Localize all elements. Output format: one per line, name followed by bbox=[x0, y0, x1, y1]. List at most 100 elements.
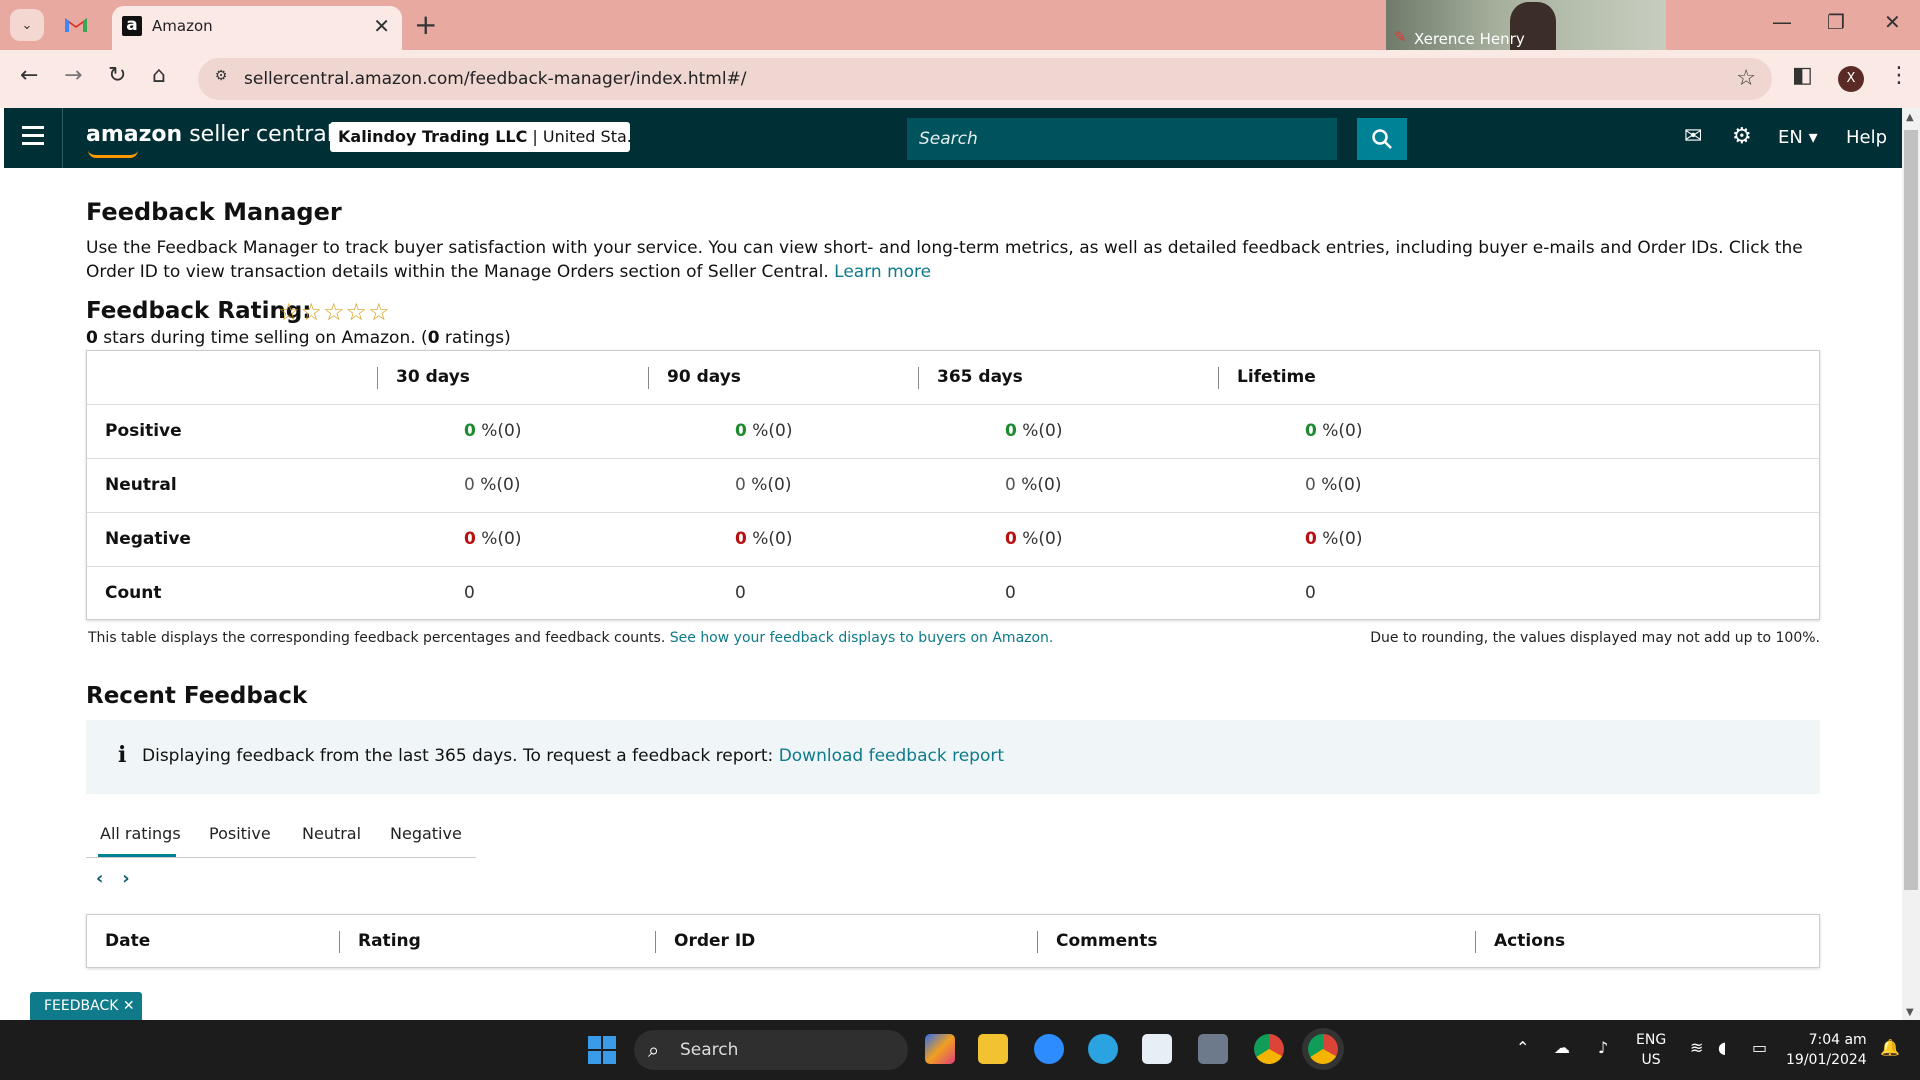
page-title: Feedback Manager bbox=[86, 198, 342, 226]
wifi-icon[interactable]: ≋ bbox=[1690, 1038, 1703, 1057]
page-scrollbar[interactable]: ▲ ▼ bbox=[1902, 108, 1920, 1020]
table-row-negative: Negative 0 %(0) 0 %(0) 0 %(0) 0 %(0) bbox=[87, 513, 1819, 567]
profile-avatar[interactable]: X bbox=[1838, 66, 1864, 92]
table-row-count: Count 0 0 0 0 bbox=[87, 567, 1819, 621]
chevron-down-icon: ⌄ bbox=[21, 17, 33, 33]
chrome-icon[interactable] bbox=[1254, 1034, 1284, 1064]
table-cell: 0 %(0) bbox=[464, 529, 522, 549]
rounding-note: Due to rounding, the values displayed ma… bbox=[1370, 630, 1820, 646]
row-label: Positive bbox=[105, 421, 182, 441]
table-cell: 0 %(0) bbox=[735, 475, 792, 495]
tab-positive[interactable]: Positive bbox=[209, 824, 271, 843]
bookmark-star-icon[interactable]: ☆ bbox=[1736, 66, 1756, 91]
account-switcher[interactable]: Kalindoy Trading LLC | United Sta... bbox=[330, 122, 630, 152]
table-cell: 0 %(0) bbox=[1305, 529, 1363, 549]
column-header: 365 days bbox=[918, 367, 1023, 389]
restore-button[interactable]: ❐ bbox=[1827, 10, 1845, 34]
taskbar-search-label: Search bbox=[680, 1040, 739, 1060]
calculator-icon[interactable] bbox=[1198, 1034, 1228, 1064]
minimize-button[interactable]: — bbox=[1772, 10, 1792, 34]
scroll-thumb[interactable] bbox=[1904, 130, 1918, 890]
battery-icon[interactable]: ▭ bbox=[1752, 1038, 1767, 1057]
scroll-down-icon[interactable]: ▼ bbox=[1906, 1007, 1914, 1018]
search-icon: ⌕ bbox=[648, 1038, 660, 1062]
amazon-favicon-icon: a bbox=[122, 16, 142, 36]
column-header: 30 days bbox=[377, 367, 470, 389]
browser-tab-bar: ⌄ a Amazon ✕ + ✎ Xerence Henry — ❐ ✕ bbox=[0, 0, 1920, 50]
search-icon bbox=[1372, 129, 1392, 149]
forward-icon[interactable]: → bbox=[64, 63, 82, 88]
onedrive-icon[interactable]: ☁ bbox=[1554, 1038, 1570, 1057]
chevron-left-icon[interactable]: ‹ bbox=[96, 868, 103, 889]
notification-bell-icon[interactable]: 🔔 bbox=[1880, 1038, 1900, 1057]
file-explorer-icon[interactable] bbox=[978, 1034, 1008, 1064]
search-button[interactable] bbox=[1357, 118, 1407, 160]
video-call-thumbnail[interactable]: ✎ Xerence Henry bbox=[1386, 0, 1666, 50]
url-text[interactable]: sellercentral.amazon.com/feedback-manage… bbox=[244, 69, 747, 89]
home-icon[interactable]: ⌂ bbox=[152, 63, 166, 88]
table-cell: 0 %(0) bbox=[464, 475, 521, 495]
site-settings-icon[interactable]: ⚙ bbox=[210, 68, 232, 90]
back-icon[interactable]: ← bbox=[20, 63, 38, 88]
recent-feedback-title: Recent Feedback bbox=[86, 683, 308, 709]
info-text: Displaying feedback from the last 365 da… bbox=[142, 746, 1005, 766]
tab-search-button[interactable]: ⌄ bbox=[10, 9, 44, 41]
microphone-icon[interactable]: ♪ bbox=[1598, 1038, 1608, 1057]
telegram-icon[interactable] bbox=[1088, 1034, 1118, 1064]
info-alert: i Displaying feedback from the last 365 … bbox=[86, 720, 1820, 794]
scroll-up-icon[interactable]: ▲ bbox=[1906, 112, 1914, 123]
tray-chevron-up-icon[interactable]: ⌃ bbox=[1516, 1038, 1529, 1057]
feedback-display-link[interactable]: See how your feedback displays to buyers… bbox=[670, 630, 1054, 646]
volume-icon[interactable]: ◖ bbox=[1718, 1038, 1726, 1057]
column-header: 90 days bbox=[648, 367, 741, 389]
download-report-link[interactable]: Download feedback report bbox=[779, 746, 1004, 766]
logo-smile-icon bbox=[88, 150, 138, 158]
gear-icon[interactable]: ⚙ bbox=[1732, 124, 1752, 149]
column-header: Rating bbox=[339, 931, 421, 953]
snipping-tool-icon[interactable] bbox=[1142, 1034, 1172, 1064]
rating-summary: 0 stars during time selling on Amazon. (… bbox=[86, 328, 511, 348]
column-header: Actions bbox=[1475, 931, 1565, 953]
windows-start-icon[interactable] bbox=[588, 1036, 616, 1064]
table-cell: 0 bbox=[464, 583, 475, 603]
header-divider bbox=[62, 108, 63, 168]
taskbar: ⌕ Search ⌃ ☁ ♪ ENG US ≋ ◖ ▭ 7:04 am 19/01/… bbox=[0, 1020, 1920, 1080]
feedback-widget-button[interactable]: FEEDBACK ✕ bbox=[30, 992, 142, 1020]
browser-menu-icon[interactable]: ⋮ bbox=[1888, 63, 1910, 88]
input-language[interactable]: ENG US bbox=[1636, 1030, 1666, 1070]
learn-more-link[interactable]: Learn more bbox=[834, 262, 931, 282]
tab-title: Amazon bbox=[152, 17, 213, 35]
language-selector[interactable]: EN ▾ bbox=[1778, 127, 1818, 148]
participant-name: Xerence Henry bbox=[1414, 30, 1525, 48]
row-label: Neutral bbox=[105, 475, 177, 495]
copilot-icon[interactable] bbox=[925, 1034, 955, 1064]
table-cell: 0 %(0) bbox=[1305, 421, 1363, 441]
tab-negative[interactable]: Negative bbox=[390, 824, 462, 843]
new-tab-button[interactable]: + bbox=[414, 8, 437, 41]
chrome-active-icon[interactable] bbox=[1308, 1034, 1338, 1064]
column-header: Lifetime bbox=[1218, 367, 1316, 389]
help-link[interactable]: Help bbox=[1846, 127, 1887, 148]
side-panel-icon[interactable]: ◧ bbox=[1792, 63, 1813, 88]
omnibox[interactable]: ⚙ sellercentral.amazon.com/feedback-mana… bbox=[198, 58, 1772, 100]
tab-all-ratings[interactable]: All ratings bbox=[100, 824, 181, 843]
search-input[interactable]: Search bbox=[907, 118, 1337, 160]
mail-icon[interactable]: ✉ bbox=[1684, 124, 1702, 149]
tab-amazon[interactable]: a Amazon ✕ bbox=[112, 6, 402, 50]
zoom-icon[interactable] bbox=[1034, 1034, 1064, 1064]
hamburger-menu-icon[interactable] bbox=[22, 126, 44, 150]
table-cell: 0 bbox=[1005, 583, 1016, 603]
taskbar-search[interactable]: ⌕ Search bbox=[634, 1030, 908, 1070]
column-header: Comments bbox=[1037, 931, 1157, 953]
gmail-tab-icon[interactable] bbox=[64, 14, 88, 34]
feedback-metrics-table: 30 days 90 days 365 days Lifetime Positi… bbox=[86, 350, 1820, 620]
tab-close-icon[interactable]: ✕ bbox=[373, 14, 390, 38]
clock[interactable]: 7:04 am 19/01/2024 bbox=[1786, 1030, 1867, 1070]
table-cell: 0 bbox=[735, 583, 746, 603]
seller-central-logo[interactable]: amazon seller central bbox=[86, 122, 333, 147]
close-window-button[interactable]: ✕ bbox=[1884, 10, 1901, 34]
tab-neutral[interactable]: Neutral bbox=[302, 824, 361, 843]
reload-icon[interactable]: ↻ bbox=[108, 63, 126, 88]
rating-stars-icon: ☆☆☆☆☆ bbox=[278, 298, 391, 326]
chevron-right-icon[interactable]: › bbox=[122, 868, 129, 889]
